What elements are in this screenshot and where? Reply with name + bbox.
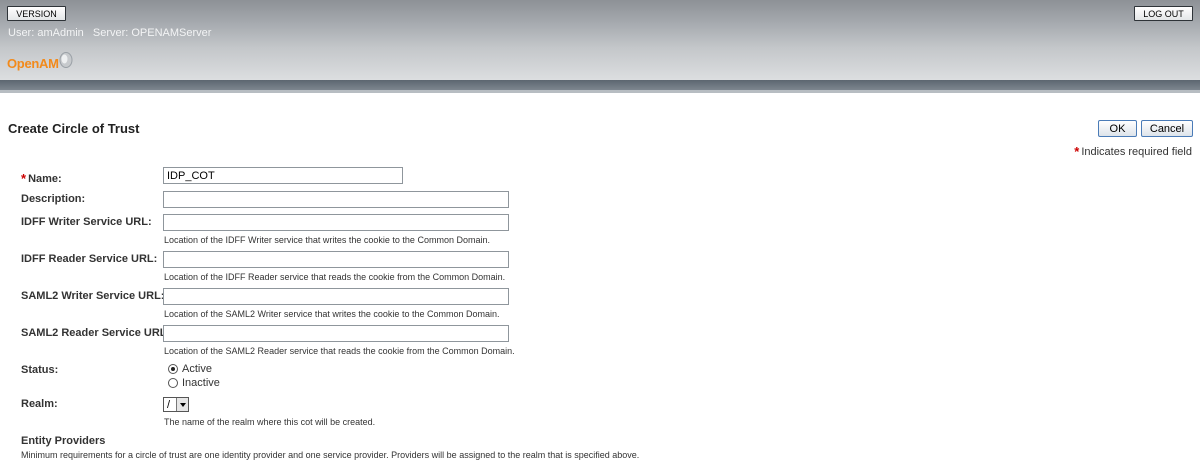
- status-active-option[interactable]: Active: [168, 363, 212, 375]
- realm-select[interactable]: /: [163, 397, 189, 412]
- user-info: User: amAdmin Server: OPENAMServer: [8, 27, 217, 39]
- description-input[interactable]: [163, 191, 509, 208]
- status-active-radio[interactable]: [168, 364, 178, 374]
- idff-reader-label: IDFF Reader Service URL:: [21, 253, 158, 265]
- status-label: Status:: [21, 364, 59, 376]
- saml2-writer-input[interactable]: [163, 288, 509, 305]
- saml2-writer-label: SAML2 Writer Service URL:: [21, 290, 165, 302]
- required-field-note: * Indicates required field: [1074, 143, 1192, 159]
- brand-text: OpenAM: [7, 56, 59, 71]
- chevron-down-icon[interactable]: [176, 398, 188, 411]
- saml2-writer-help: Location of the SAML2 Writer service tha…: [164, 309, 500, 319]
- idff-writer-input[interactable]: [163, 214, 509, 231]
- required-note-text: Indicates required field: [1081, 146, 1192, 158]
- status-inactive-radio[interactable]: [168, 378, 178, 388]
- saml2-reader-input[interactable]: [163, 325, 509, 342]
- name-required-star: *: [21, 171, 27, 186]
- page-title: Create Circle of Trust: [8, 121, 140, 136]
- status-inactive-option[interactable]: Inactive: [168, 377, 220, 389]
- entity-providers-title: Entity Providers: [21, 435, 106, 447]
- cancel-button[interactable]: Cancel: [1141, 120, 1193, 137]
- user-label: User: amAdmin: [8, 27, 84, 39]
- version-button[interactable]: VERSION: [7, 6, 66, 21]
- name-input[interactable]: [163, 167, 403, 184]
- description-label: Description:: [21, 193, 86, 205]
- ok-button[interactable]: OK: [1098, 120, 1137, 137]
- realm-select-value: /: [167, 398, 171, 411]
- realm-help: The name of the realm where this cot wil…: [164, 417, 376, 427]
- header-divider-line: [0, 90, 1200, 93]
- header-divider: [0, 80, 1200, 90]
- brand-logo: OpenAM: [7, 52, 73, 72]
- entity-providers-description: Minimum requirements for a circle of tru…: [21, 450, 640, 460]
- logout-button[interactable]: LOG OUT: [1134, 6, 1193, 21]
- masthead: VERSION LOG OUT User: amAdmin Server: OP…: [0, 0, 1200, 80]
- status-active-text: Active: [182, 363, 212, 375]
- status-inactive-text: Inactive: [182, 377, 220, 389]
- idff-reader-help: Location of the IDFF Reader service that…: [164, 272, 506, 282]
- saml2-reader-label: SAML2 Reader Service URL:: [21, 327, 171, 339]
- required-star: *: [1074, 144, 1080, 159]
- name-label: * Name:: [21, 170, 62, 186]
- name-label-text: Name:: [28, 173, 62, 185]
- realm-label: Realm:: [21, 398, 58, 410]
- brand-mark-icon: [59, 52, 73, 68]
- saml2-reader-help: Location of the SAML2 Reader service tha…: [164, 346, 515, 356]
- idff-writer-label: IDFF Writer Service URL:: [21, 216, 152, 228]
- server-label: Server: OPENAMServer: [92, 27, 212, 39]
- idff-writer-help: Location of the IDFF Writer service that…: [164, 235, 490, 245]
- idff-reader-input[interactable]: [163, 251, 509, 268]
